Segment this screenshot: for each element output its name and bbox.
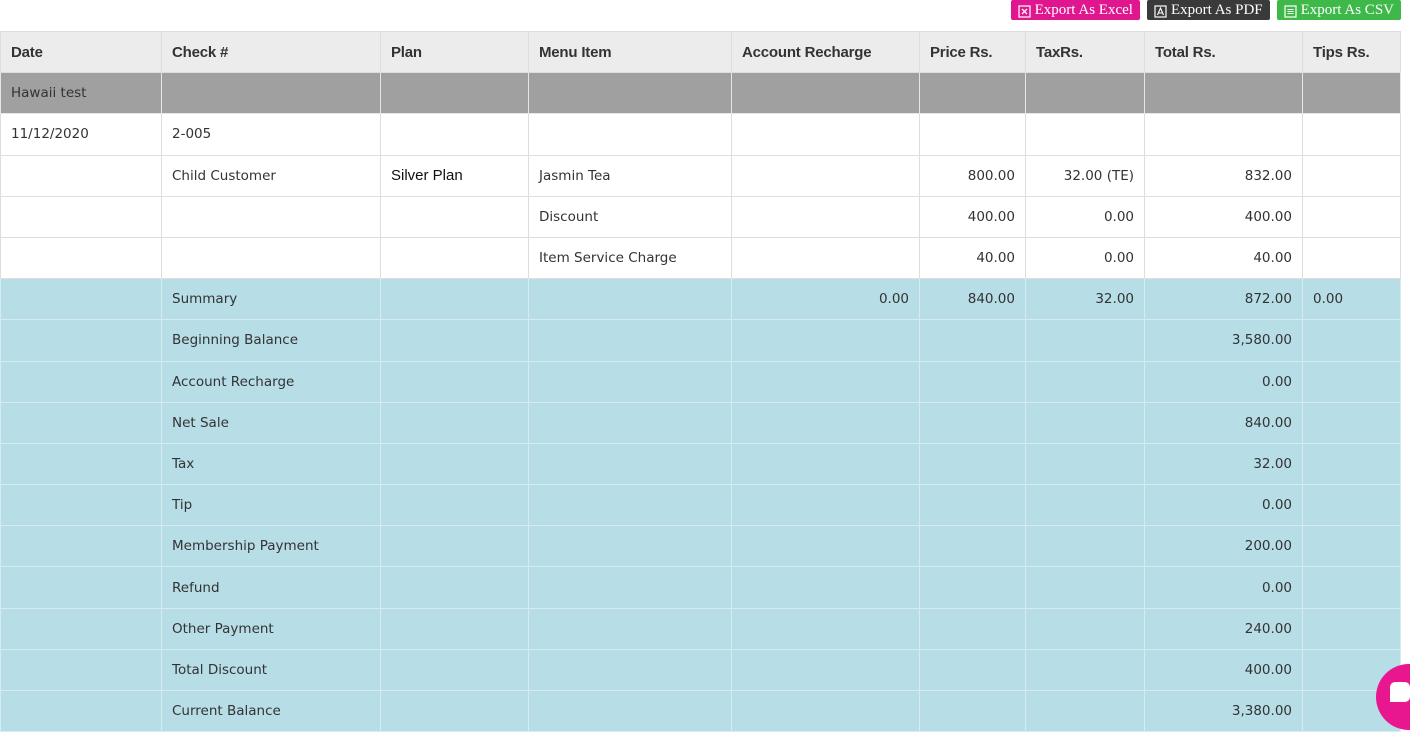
balance-row: Beginning Balance 3,580.00 <box>0 319 1401 362</box>
pdf-file-icon <box>1154 5 1167 18</box>
tax-cell: 32.00 (TE) <box>1025 154 1145 197</box>
column-header-menu-item[interactable]: Menu Item <box>528 30 732 74</box>
account-recharge-cell <box>731 236 920 280</box>
summary-label: Summary <box>161 278 381 321</box>
table-row: Item Service Charge 40.00 0.00 40.00 <box>0 236 1401 280</box>
column-header-price[interactable]: Price Rs. <box>919 30 1026 74</box>
table-row: Discount 400.00 0.00 400.00 <box>0 195 1401 238</box>
summary-tax: 32.00 <box>1025 278 1145 321</box>
total-cell: 40.00 <box>1144 236 1303 280</box>
excel-file-icon <box>1018 5 1031 18</box>
balance-label: Membership Payment <box>161 525 381 568</box>
plan-name <box>380 236 529 280</box>
balance-label: Other Payment <box>161 607 381 650</box>
export-toolbar: Export As Excel Export As PDF Export As … <box>1010 0 1401 20</box>
balance-value: 32.00 <box>1144 442 1303 486</box>
balance-row: Refund 0.00 <box>0 566 1401 609</box>
balance-value: 0.00 <box>1144 360 1303 403</box>
summary-price: 840.00 <box>919 278 1026 321</box>
table-header-row: Date Check # Plan Menu Item Account Rech… <box>0 30 1401 74</box>
check-number: 2-005 <box>161 113 381 156</box>
summary-total: 872.00 <box>1144 278 1303 321</box>
account-recharge-cell <box>731 195 920 238</box>
tax-cell: 0.00 <box>1025 236 1145 280</box>
export-pdf-button[interactable]: Export As PDF <box>1146 0 1270 20</box>
balance-value: 200.00 <box>1144 525 1303 568</box>
balance-label: Current Balance <box>161 689 381 733</box>
balance-row: Total Discount 400.00 <box>0 648 1401 692</box>
balance-label: Total Discount <box>161 648 381 692</box>
balance-value: 400.00 <box>1144 648 1303 692</box>
group-row: Hawaii test <box>0 72 1401 115</box>
customer-name <box>161 236 381 280</box>
summary-tips: 0.00 <box>1302 278 1401 321</box>
total-cell: 400.00 <box>1144 195 1303 238</box>
price-cell: 800.00 <box>919 154 1026 197</box>
balance-row: Other Payment 240.00 <box>0 607 1401 650</box>
report-table: Date Check # Plan Menu Item Account Rech… <box>0 30 1401 733</box>
balance-value: 3,380.00 <box>1144 689 1303 733</box>
price-cell: 400.00 <box>919 195 1026 238</box>
tax-cell: 0.00 <box>1025 195 1145 238</box>
customer-name: Child Customer <box>161 154 381 197</box>
balance-row: Current Balance 3,380.00 <box>0 689 1401 733</box>
menu-item: Jasmin Tea <box>528 154 732 197</box>
balance-value: 0.00 <box>1144 566 1303 609</box>
tips-cell <box>1302 154 1401 197</box>
balance-value: 240.00 <box>1144 607 1303 650</box>
balance-row: Tip 0.00 <box>0 484 1401 527</box>
balance-label: Account Recharge <box>161 360 381 403</box>
csv-file-icon <box>1284 5 1297 18</box>
balance-label: Net Sale <box>161 401 381 444</box>
balance-value: 840.00 <box>1144 401 1303 444</box>
plan-name <box>380 195 529 238</box>
balance-label: Tip <box>161 484 381 527</box>
total-cell: 832.00 <box>1144 154 1303 197</box>
column-header-total[interactable]: Total Rs. <box>1144 30 1303 74</box>
column-header-plan[interactable]: Plan <box>380 30 529 74</box>
column-header-tips[interactable]: Tips Rs. <box>1302 30 1401 74</box>
export-excel-label: Export As Excel <box>1034 2 1133 18</box>
export-csv-button[interactable]: Export As CSV <box>1276 0 1401 20</box>
column-header-date[interactable]: Date <box>0 30 162 74</box>
balance-label: Tax <box>161 442 381 486</box>
column-header-account-recharge[interactable]: Account Recharge <box>731 30 920 74</box>
tips-cell <box>1302 195 1401 238</box>
summary-row: Summary 0.00 840.00 32.00 872.00 0.00 <box>0 278 1401 321</box>
balance-row: Tax 32.00 <box>0 442 1401 486</box>
export-pdf-label: Export As PDF <box>1170 2 1263 18</box>
balance-label: Beginning Balance <box>161 319 381 362</box>
group-name: Hawaii test <box>0 72 162 115</box>
balance-label: Refund <box>161 566 381 609</box>
check-row: 11/12/2020 2-005 <box>0 113 1401 156</box>
balance-row: Net Sale 840.00 <box>0 401 1401 444</box>
menu-item: Item Service Charge <box>528 236 732 280</box>
account-recharge-cell <box>731 154 920 197</box>
export-csv-label: Export As CSV <box>1300 2 1394 18</box>
balance-value: 3,580.00 <box>1144 319 1303 362</box>
table-row: Child Customer Silver Plan Jasmin Tea 80… <box>0 154 1401 197</box>
menu-item: Discount <box>528 195 732 238</box>
balance-value: 0.00 <box>1144 484 1303 527</box>
export-excel-button[interactable]: Export As Excel <box>1010 0 1140 20</box>
balance-row: Membership Payment 200.00 <box>0 525 1401 568</box>
customer-name <box>161 195 381 238</box>
tips-cell <box>1302 236 1401 280</box>
balance-row: Account Recharge 0.00 <box>0 360 1401 403</box>
column-header-tax[interactable]: TaxRs. <box>1025 30 1145 74</box>
plan-name: Silver Plan <box>380 154 529 197</box>
check-date: 11/12/2020 <box>0 113 162 156</box>
column-header-check[interactable]: Check # <box>161 30 381 74</box>
summary-account-recharge: 0.00 <box>731 278 920 321</box>
chat-icon <box>1390 682 1410 702</box>
price-cell: 40.00 <box>919 236 1026 280</box>
